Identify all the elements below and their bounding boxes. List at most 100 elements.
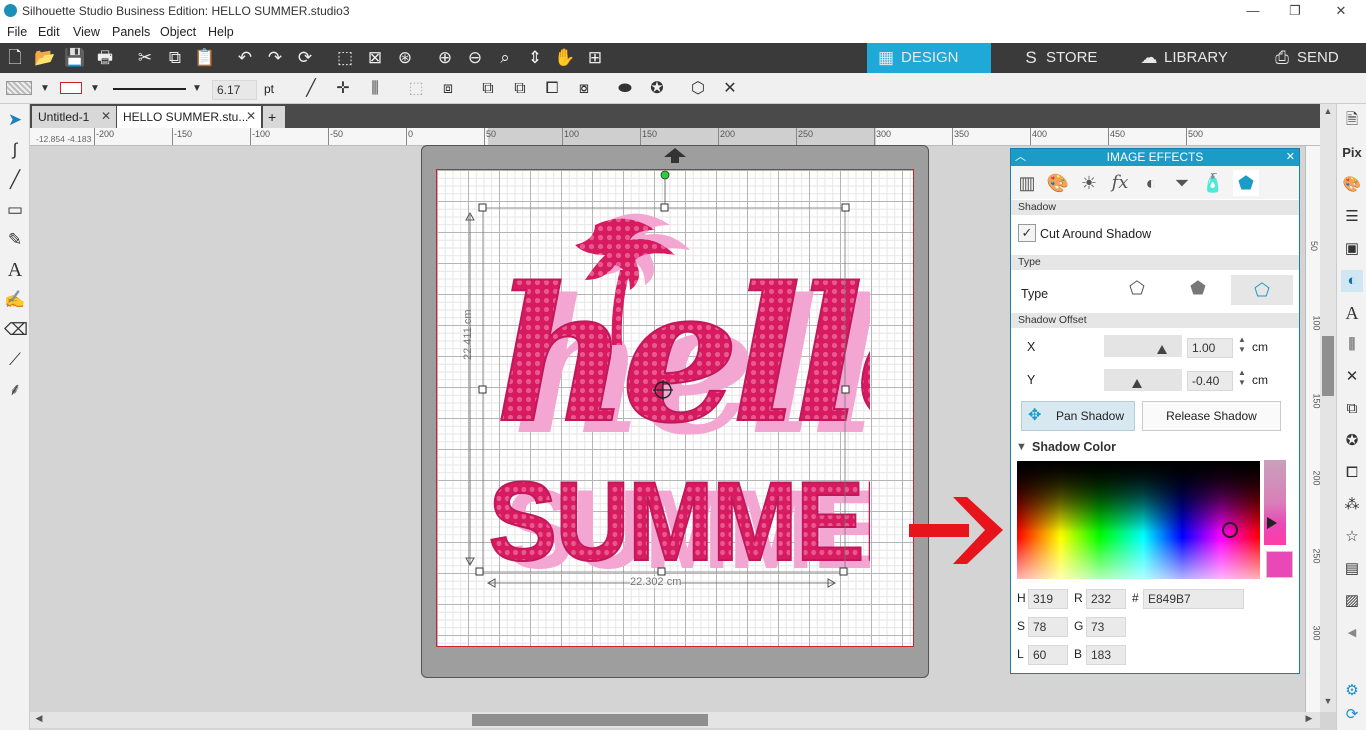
deselect-icon[interactable]: ⊠ xyxy=(363,47,387,69)
make-compound-icon[interactable]: ⧠ xyxy=(541,78,563,100)
print-icon[interactable]: 🖶 xyxy=(93,47,117,69)
line-style-dropdown-icon[interactable]: ▼ xyxy=(186,78,208,100)
3d-box-icon[interactable]: ⬡ xyxy=(687,78,709,100)
close-tab-icon[interactable]: ✕ xyxy=(246,109,256,123)
doc-tab-untitled[interactable]: Untitled-1 ✕ xyxy=(32,106,116,128)
tab-send[interactable]: ⎙ SEND xyxy=(1263,43,1363,73)
pan-hand-icon[interactable]: ✋ xyxy=(553,47,577,69)
scroll-left-icon[interactable]: ◀ xyxy=(32,713,46,727)
saturation-input[interactable]: 78 xyxy=(1028,617,1068,637)
scroll-right-icon[interactable]: ▶ xyxy=(1302,713,1316,727)
red-input[interactable]: 232 xyxy=(1086,589,1126,609)
slider-thumb[interactable] xyxy=(1132,379,1142,388)
restore-icon[interactable]: ❐ xyxy=(1285,2,1305,20)
open-folder-icon[interactable]: 📂 xyxy=(33,47,57,69)
offset-x-stepper[interactable]: ▲ ▼ xyxy=(1238,335,1246,355)
pixscan-icon[interactable]: Pix xyxy=(1341,142,1363,164)
cut-icon[interactable]: ✂ xyxy=(133,47,157,69)
collapse-chevron-icon[interactable]: ︿ xyxy=(1015,149,1026,166)
menu-help[interactable]: Help xyxy=(208,25,234,39)
eraser-icon[interactable]: ⌫ xyxy=(4,319,28,341)
lightness-input[interactable]: 60 xyxy=(1028,645,1068,665)
fill-swatch[interactable] xyxy=(6,81,32,95)
rectangle-icon[interactable]: ▭ xyxy=(4,199,26,221)
gradient-effect-icon[interactable]: ▥ xyxy=(1014,170,1040,196)
modify-panel-icon[interactable]: ✪ xyxy=(1341,430,1363,452)
ungroup-icon[interactable]: ⧉ xyxy=(509,78,531,100)
slider-thumb[interactable] xyxy=(1157,345,1167,354)
text-panel-icon[interactable]: A xyxy=(1341,302,1363,324)
cut-around-shadow-checkbox[interactable]: ✓ xyxy=(1018,224,1036,242)
menu-panels[interactable]: Panels xyxy=(112,25,150,39)
shadow-type-flat-icon[interactable]: ⬠ xyxy=(1124,278,1150,304)
hue-input[interactable]: 319 xyxy=(1028,589,1068,609)
shadow-effect-icon[interactable]: ⬟ xyxy=(1233,170,1259,196)
menu-view[interactable]: View xyxy=(73,25,100,39)
hex-input[interactable]: E849B7 xyxy=(1143,589,1244,609)
redo-icon[interactable]: ↷ xyxy=(263,47,287,69)
doc-tab-hello-summer[interactable]: HELLO SUMMER.stu... ✕ xyxy=(117,106,261,128)
align-panel-icon[interactable]: ⫼ xyxy=(1341,334,1363,356)
menu-object[interactable]: Object xyxy=(160,25,196,39)
spray-effect-icon[interactable]: 🧴 xyxy=(1200,170,1226,196)
scroll-up-icon[interactable]: ▲ xyxy=(1321,106,1335,120)
lightness-slider-thumb[interactable] xyxy=(1267,517,1277,529)
offset-y-stepper[interactable]: ▲ ▼ xyxy=(1238,368,1246,388)
lightness-slider-bar[interactable] xyxy=(1264,460,1286,545)
release-compound-icon[interactable]: ⧇ xyxy=(573,78,595,100)
tab-store[interactable]: S STORE xyxy=(1012,43,1122,73)
pencil-icon[interactable]: ✎ xyxy=(4,229,26,251)
palette-effect-icon[interactable]: 🎨 xyxy=(1045,170,1071,196)
line-width-input[interactable]: 6.17 xyxy=(212,80,257,100)
copy-icon[interactable]: ⧉ xyxy=(163,47,187,69)
image-effects-panel-icon[interactable]: ◐ xyxy=(1341,270,1363,292)
select-by-color-icon[interactable]: ⊛ xyxy=(393,47,417,69)
horizontal-scrollbar[interactable]: ◀ ▶ xyxy=(30,712,1320,728)
offset-x-input[interactable]: 1.00 xyxy=(1187,338,1233,358)
minimize-icon[interactable]: — xyxy=(1243,2,1263,20)
page-setup-icon[interactable]: 🗎 xyxy=(1341,109,1363,131)
select-arrow-icon[interactable]: ➤ xyxy=(4,109,26,131)
transform-icon[interactable]: ⧈ xyxy=(437,78,459,100)
offset-panel-icon[interactable]: ⧠ xyxy=(1341,462,1363,484)
green-input[interactable]: 73 xyxy=(1086,617,1126,637)
shadow-type-offset-icon[interactable]: ⬠ xyxy=(1231,275,1293,305)
point-edit-icon[interactable]: ∫ xyxy=(4,139,26,161)
line-tool-icon[interactable]: ╱ xyxy=(300,78,322,100)
line-color-dropdown-icon[interactable]: ▼ xyxy=(84,78,106,100)
fill-dropdown-icon[interactable]: ▼ xyxy=(34,78,56,100)
replicate-panel-icon[interactable]: ⧉ xyxy=(1341,398,1363,420)
trace-panel-icon[interactable]: ⁂ xyxy=(1341,494,1363,516)
eyedropper-icon[interactable]: ⸙ xyxy=(4,379,26,401)
scroll-down-icon[interactable]: ▼ xyxy=(1321,696,1335,710)
text-tool-icon[interactable]: A xyxy=(4,259,26,281)
offset-x-slider[interactable] xyxy=(1104,335,1182,357)
offset-y-slider[interactable] xyxy=(1104,369,1182,391)
offset-y-input[interactable]: -0.40 xyxy=(1187,371,1233,391)
add-tab-icon[interactable]: + xyxy=(263,106,285,128)
vertical-scroll-thumb[interactable] xyxy=(1322,336,1334,396)
sketch-panel-icon[interactable]: ☆ xyxy=(1341,526,1363,548)
zoom-in-icon[interactable]: ⊕ xyxy=(433,47,457,69)
group-icon[interactable]: ⧉ xyxy=(477,78,499,100)
paste-icon[interactable]: 📋 xyxy=(193,47,217,69)
zoom-out-icon[interactable]: ⊖ xyxy=(463,47,487,69)
transform-panel-icon[interactable]: ✕ xyxy=(1341,366,1363,388)
fx-effect-icon[interactable]: fx xyxy=(1107,170,1133,196)
line-panel-icon[interactable]: ☰ xyxy=(1341,206,1363,228)
settings-gear-icon[interactable]: ⚙ xyxy=(1341,680,1363,702)
close-tab-icon[interactable]: ✕ xyxy=(101,109,111,123)
move-icon[interactable]: ✛ xyxy=(332,78,354,100)
panel-close-icon[interactable]: ✕ xyxy=(1286,149,1295,166)
vertical-scrollbar[interactable]: ▲ ▼ xyxy=(1320,104,1336,712)
fill-panel-icon[interactable]: 🎨 xyxy=(1341,174,1363,196)
contrast-effect-icon[interactable]: ◐ xyxy=(1138,170,1164,196)
horizontal-scroll-thumb[interactable] xyxy=(472,714,708,726)
shadow-color-expand-icon[interactable]: ▼ xyxy=(1016,441,1027,453)
release-shadow-button[interactable]: Release Shadow xyxy=(1142,401,1281,431)
line-style-preview[interactable] xyxy=(113,88,186,90)
menu-file[interactable]: File xyxy=(7,25,27,39)
eraser-shape-icon[interactable]: ⬬ xyxy=(614,78,636,100)
color-spectrum-picker[interactable] xyxy=(1017,461,1260,579)
undo-icon[interactable]: ↶ xyxy=(233,47,257,69)
